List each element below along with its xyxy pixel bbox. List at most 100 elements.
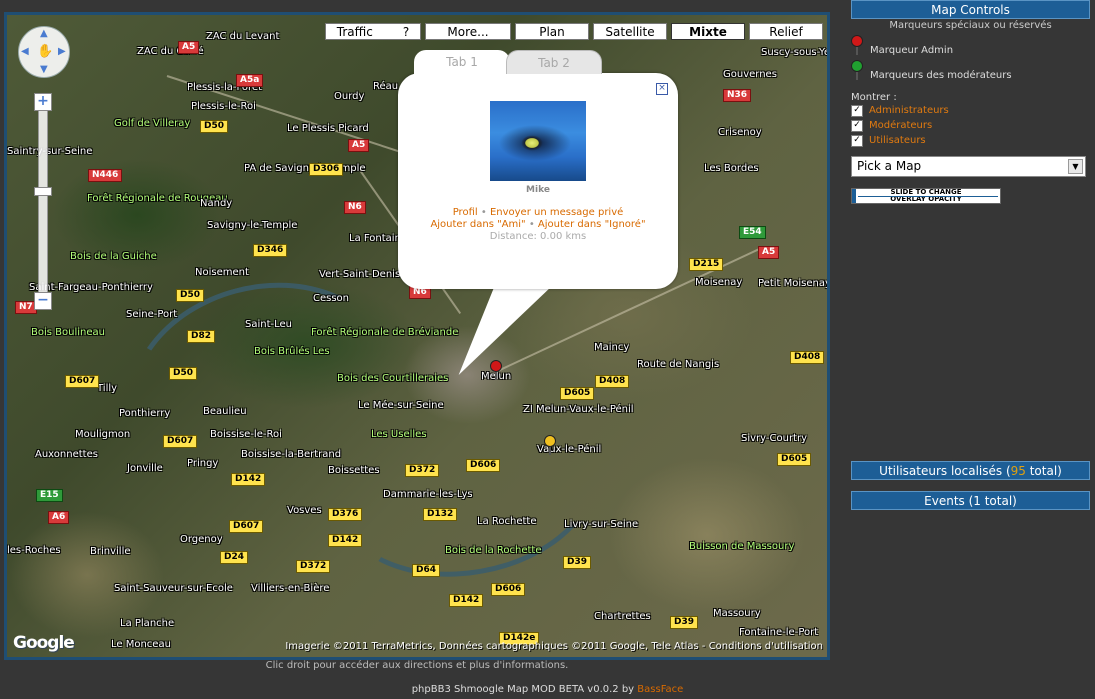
place-label: Mouligmon: [75, 429, 131, 440]
road-shield: D50: [176, 289, 204, 302]
filter-utilisateurs[interactable]: ✓ Utilisateurs: [851, 133, 1090, 148]
place-label: Pringy: [187, 458, 219, 469]
pan-left-icon[interactable]: ◀: [21, 46, 29, 57]
opacity-slider[interactable]: SLIDE TO CHANGE OVERLAY OPACITY: [851, 188, 1001, 204]
road-shield: A5: [758, 246, 780, 259]
map-canvas[interactable]: ZAC du Carré ZAC du Levant Plessis-la-Forê…: [7, 15, 827, 657]
pan-control[interactable]: ▲ ▼ ◀ ▶ ✋: [18, 26, 70, 78]
road-shield: D64: [412, 564, 440, 577]
close-icon[interactable]: ×: [656, 83, 668, 95]
event-marker-icon[interactable]: [544, 435, 557, 455]
profile-link[interactable]: Profil: [453, 207, 478, 218]
map-type-more-button[interactable]: More...: [425, 23, 511, 40]
located-users-count: 95: [1010, 464, 1026, 478]
located-users-header[interactable]: Utilisateurs localisés (95 total): [851, 461, 1090, 480]
place-label: Bois des Courtilleraies: [337, 373, 449, 384]
pan-up-icon[interactable]: ▲: [40, 28, 48, 39]
separator: •: [528, 219, 535, 230]
located-users-label: Utilisateurs localisés (: [879, 464, 1011, 478]
place-label: Gouvernes: [723, 69, 777, 80]
place-label: Beaulieu: [203, 406, 247, 417]
road-shield: D605: [777, 453, 812, 466]
road-shield: D132: [423, 508, 458, 521]
place-label: Orgenoy: [180, 534, 223, 545]
road-shield: N36: [723, 89, 752, 102]
filter-label[interactable]: Utilisateurs: [869, 135, 926, 146]
tab-2[interactable]: Tab 2: [506, 50, 602, 74]
filter-administrateurs[interactable]: ✓ Administrateurs: [851, 103, 1090, 118]
road-shield: D50: [200, 120, 228, 133]
map-type-plan-button[interactable]: Plan: [515, 23, 589, 40]
place-label: Les Uselles: [371, 429, 427, 440]
map-type-satellite-button[interactable]: Satellite: [593, 23, 667, 40]
place-label: ZI Melun-Vaux-le-Pénil: [523, 404, 634, 415]
opacity-slider-knob[interactable]: [852, 189, 856, 203]
road-shield: E54: [739, 226, 766, 239]
pan-down-icon[interactable]: ▼: [40, 64, 48, 75]
map-hint: Clic droit pour accéder aux directions e…: [265, 660, 569, 671]
checkbox-icon[interactable]: ✓: [851, 119, 863, 132]
road-shield: D142: [449, 594, 484, 607]
map-type-relief-button[interactable]: Relief: [749, 23, 823, 40]
zoom-slider-handle[interactable]: [34, 187, 52, 196]
checkbox-icon[interactable]: ✓: [851, 104, 863, 117]
road-shield: D346: [253, 244, 288, 257]
map-attribution[interactable]: Imagerie ©2011 TerraMetrics, Données car…: [285, 641, 823, 652]
footer: phpBB3 Shmoogle Map MOD BETA v0.0.2 by B…: [0, 684, 1095, 695]
filter-moderateurs[interactable]: ✓ Modérateurs: [851, 118, 1090, 133]
traffic-help-icon[interactable]: ?: [403, 25, 409, 39]
map-select[interactable]: Pick a Map ▼: [851, 156, 1086, 177]
map-controls-header[interactable]: Map Controls: [851, 0, 1090, 19]
place-label: Le Monceau: [111, 639, 171, 650]
place-label: Boissise-le-Roi: [210, 429, 282, 440]
road-shield: D607: [163, 435, 198, 448]
filter-label[interactable]: Administrateurs: [869, 105, 949, 116]
place-label: Buisson de Massoury: [689, 541, 795, 552]
place-label: Saint-Leu: [245, 319, 293, 330]
zoom-slider-track[interactable]: [38, 99, 48, 309]
place-label: La Rochette: [477, 516, 537, 527]
place-label: Livry-sur-Seine: [564, 519, 639, 530]
place-label: Golf de Villeray: [114, 118, 191, 129]
place-label: Crisenoy: [718, 127, 762, 138]
zoom-in-button[interactable]: +: [34, 93, 52, 111]
place-label: Chartrettes: [594, 611, 651, 622]
place-label: Le Plessis Picard: [287, 123, 369, 134]
add-ignore-link[interactable]: Ajouter dans "Ignoré": [538, 219, 646, 230]
road-shield: A5: [178, 41, 200, 54]
zoom-out-button[interactable]: −: [34, 292, 52, 310]
place-label: PA de Savigny-le-Temple: [244, 163, 366, 174]
road-shield: D408: [595, 375, 630, 388]
user-actions: Profil • Envoyer un message privé Ajoute…: [398, 207, 678, 243]
place-label: Jonville: [127, 463, 163, 474]
chevron-down-icon[interactable]: ▼: [1068, 159, 1083, 174]
pan-right-icon[interactable]: ▶: [58, 46, 66, 57]
legend-admin: Marqueur Admin: [851, 35, 1090, 57]
add-friend-link[interactable]: Ajouter dans "Ami": [430, 219, 525, 230]
user-name: Mike: [526, 185, 550, 195]
map-type-mixte-button[interactable]: Mixte: [671, 23, 745, 40]
filter-label[interactable]: Modérateurs: [869, 120, 932, 131]
road-shield: D372: [296, 560, 331, 573]
send-message-link[interactable]: Envoyer un message privé: [490, 207, 623, 218]
special-markers-note: Marqueurs spéciaux ou réservés: [889, 20, 1052, 31]
map-type-traffic-button[interactable]: Traffic?: [325, 23, 421, 40]
events-header[interactable]: Events (1 total): [851, 491, 1090, 510]
place-label: Plessis-le-Roi: [191, 101, 256, 112]
road-shield: D605: [560, 387, 595, 400]
footer-author-link[interactable]: BassFace: [637, 684, 683, 695]
avatar: [490, 101, 586, 181]
info-window: Tab 1 Tab 2 × Mike Profil • Envoyer un m…: [398, 50, 678, 289]
road-shield: D39: [563, 556, 591, 569]
checkbox-icon[interactable]: ✓: [851, 134, 863, 147]
place-label: Réau: [373, 81, 399, 92]
place-label: ZAC du Levant: [206, 31, 280, 42]
tab-1[interactable]: Tab 1: [414, 50, 510, 74]
place-label: Petit Moisenay: [758, 278, 827, 289]
place-label: Massoury: [713, 608, 761, 619]
place-label: Cesson: [313, 293, 350, 304]
hand-icon: ✋: [37, 44, 54, 59]
road-shield: D39: [670, 616, 698, 629]
google-logo[interactable]: Google: [13, 633, 75, 653]
place-label: Les Bordes: [704, 163, 759, 174]
